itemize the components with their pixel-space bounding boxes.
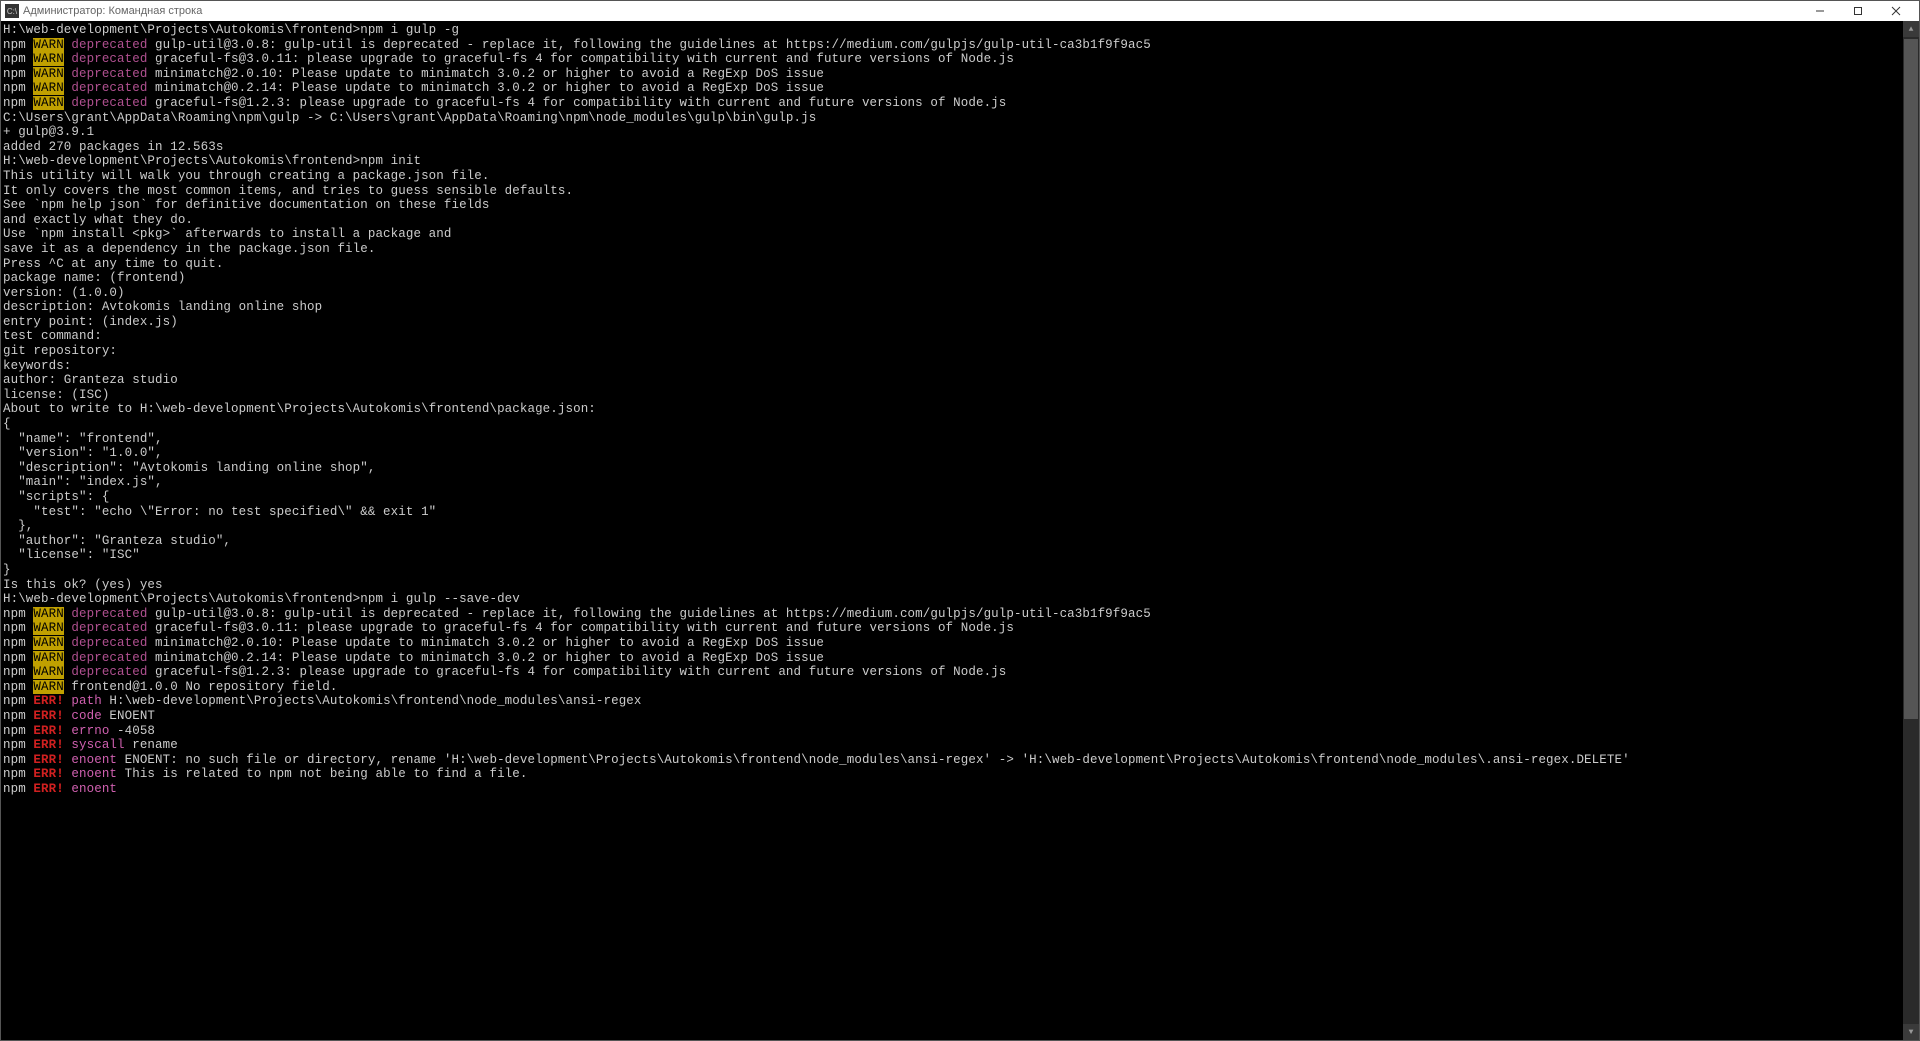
terminal-line: npm WARN deprecated graceful-fs@1.2.3: p… xyxy=(3,665,1901,680)
terminal-line: "main": "index.js", xyxy=(3,475,1901,490)
terminal-line: npm ERR! code ENOENT xyxy=(3,709,1901,724)
terminal-line: "scripts": { xyxy=(3,490,1901,505)
terminal-line: package name: (frontend) xyxy=(3,271,1901,286)
terminal-line: npm WARN deprecated gulp-util@3.0.8: gul… xyxy=(3,38,1901,53)
terminal-area: H:\web-development\Projects\Autokomis\fr… xyxy=(1,21,1919,1040)
terminal-line: "author": "Granteza studio", xyxy=(3,534,1901,549)
terminal-line: npm WARN deprecated graceful-fs@3.0.11: … xyxy=(3,52,1901,67)
close-button[interactable] xyxy=(1877,1,1915,21)
terminal-line: npm WARN frontend@1.0.0 No repository fi… xyxy=(3,680,1901,695)
scrollbar-down-button[interactable]: ▼ xyxy=(1903,1024,1919,1040)
scrollbar-up-button[interactable]: ▲ xyxy=(1903,21,1919,37)
terminal-line: keywords: xyxy=(3,359,1901,374)
terminal-line: "name": "frontend", xyxy=(3,432,1901,447)
terminal-line: npm WARN deprecated minimatch@2.0.10: Pl… xyxy=(3,636,1901,651)
terminal-line: "license": "ISC" xyxy=(3,548,1901,563)
terminal-line: test command: xyxy=(3,329,1901,344)
maximize-button[interactable] xyxy=(1839,1,1877,21)
terminal-line: Use `npm install <pkg>` afterwards to in… xyxy=(3,227,1901,242)
terminal-line: added 270 packages in 12.563s xyxy=(3,140,1901,155)
terminal-line: "version": "1.0.0", xyxy=(3,446,1901,461)
terminal-line: license: (ISC) xyxy=(3,388,1901,403)
scrollbar-thumb[interactable] xyxy=(1904,39,1918,719)
minimize-button[interactable] xyxy=(1801,1,1839,21)
terminal-line: }, xyxy=(3,519,1901,534)
terminal-line: H:\web-development\Projects\Autokomis\fr… xyxy=(3,23,1901,38)
terminal-output[interactable]: H:\web-development\Projects\Autokomis\fr… xyxy=(1,21,1903,1040)
terminal-line: npm ERR! enoent ENOENT: no such file or … xyxy=(3,753,1901,768)
terminal-line: description: Avtokomis landing online sh… xyxy=(3,300,1901,315)
terminal-line: version: (1.0.0) xyxy=(3,286,1901,301)
terminal-line: author: Granteza studio xyxy=(3,373,1901,388)
terminal-line: npm WARN deprecated graceful-fs@3.0.11: … xyxy=(3,621,1901,636)
terminal-line: Is this ok? (yes) yes xyxy=(3,578,1901,593)
terminal-line: npm WARN deprecated minimatch@0.2.14: Pl… xyxy=(3,651,1901,666)
window-controls xyxy=(1801,1,1915,21)
terminal-line: H:\web-development\Projects\Autokomis\fr… xyxy=(3,592,1901,607)
terminal-line: npm WARN deprecated minimatch@2.0.10: Pl… xyxy=(3,67,1901,82)
scrollbar[interactable]: ▲ ▼ xyxy=(1903,21,1919,1040)
terminal-line: It only covers the most common items, an… xyxy=(3,184,1901,199)
titlebar[interactable]: C:\ Администратор: Командная строка xyxy=(1,1,1919,21)
terminal-line: git repository: xyxy=(3,344,1901,359)
terminal-line: { xyxy=(3,417,1901,432)
app-icon: C:\ xyxy=(5,4,19,18)
terminal-line: H:\web-development\Projects\Autokomis\fr… xyxy=(3,154,1901,169)
terminal-line: and exactly what they do. xyxy=(3,213,1901,228)
terminal-line: C:\Users\grant\AppData\Roaming\npm\gulp … xyxy=(3,111,1901,126)
terminal-line: npm ERR! enoent xyxy=(3,782,1901,797)
terminal-line: npm ERR! enoent This is related to npm n… xyxy=(3,767,1901,782)
terminal-line: "test": "echo \"Error: no test specified… xyxy=(3,505,1901,520)
terminal-line: entry point: (index.js) xyxy=(3,315,1901,330)
terminal-line: save it as a dependency in the package.j… xyxy=(3,242,1901,257)
terminal-line: + gulp@3.9.1 xyxy=(3,125,1901,140)
terminal-line: See `npm help json` for definitive docum… xyxy=(3,198,1901,213)
terminal-line: npm WARN deprecated gulp-util@3.0.8: gul… xyxy=(3,607,1901,622)
terminal-line: npm WARN deprecated minimatch@0.2.14: Pl… xyxy=(3,81,1901,96)
window-title: Администратор: Командная строка xyxy=(23,5,1801,17)
terminal-line: npm ERR! errno -4058 xyxy=(3,724,1901,739)
terminal-line: npm WARN deprecated graceful-fs@1.2.3: p… xyxy=(3,96,1901,111)
terminal-line: npm ERR! path H:\web-development\Project… xyxy=(3,694,1901,709)
terminal-line: } xyxy=(3,563,1901,578)
terminal-line: npm ERR! syscall rename xyxy=(3,738,1901,753)
terminal-line: About to write to H:\web-development\Pro… xyxy=(3,402,1901,417)
terminal-line: This utility will walk you through creat… xyxy=(3,169,1901,184)
terminal-line: "description": "Avtokomis landing online… xyxy=(3,461,1901,476)
command-prompt-window: C:\ Администратор: Командная строка H:\w… xyxy=(0,0,1920,1041)
terminal-line: Press ^C at any time to quit. xyxy=(3,257,1901,272)
